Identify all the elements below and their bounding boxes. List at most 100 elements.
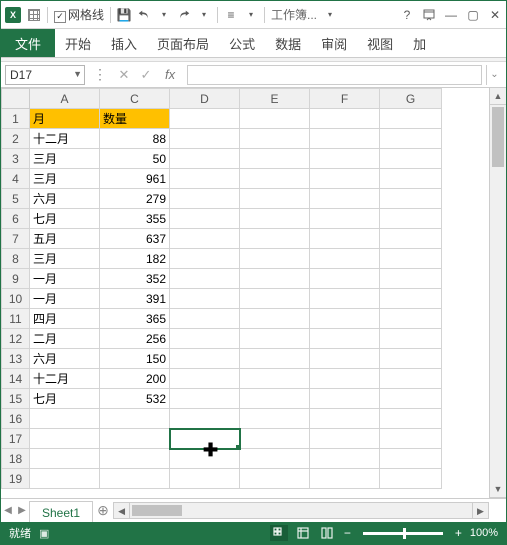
cell-C2[interactable]: 88 xyxy=(100,129,170,149)
row-header-7[interactable]: 7 xyxy=(2,229,30,249)
cell-D4[interactable] xyxy=(170,169,240,189)
cell-A8[interactable]: 三月 xyxy=(30,249,100,269)
row-header-4[interactable]: 4 xyxy=(2,169,30,189)
select-all-corner[interactable] xyxy=(2,89,30,109)
cell-F7[interactable] xyxy=(310,229,380,249)
minimize-icon[interactable]: — xyxy=(444,8,458,22)
cell-F18[interactable] xyxy=(310,449,380,469)
cell-F1[interactable] xyxy=(310,109,380,129)
zoom-slider[interactable] xyxy=(363,532,443,535)
tab-home[interactable]: 开始 xyxy=(55,29,101,57)
sheet-tab[interactable]: Sheet1 xyxy=(29,501,93,523)
cell-E6[interactable] xyxy=(240,209,310,229)
tab-nav-prev-icon[interactable]: ◀ xyxy=(1,505,15,516)
formula-bar[interactable] xyxy=(187,65,482,85)
cell-D13[interactable] xyxy=(170,349,240,369)
cell-E17[interactable] xyxy=(240,429,310,449)
tab-insert[interactable]: 插入 xyxy=(101,29,147,57)
cell-F9[interactable] xyxy=(310,269,380,289)
cell-D2[interactable] xyxy=(170,129,240,149)
scroll-right-icon[interactable]: ▶ xyxy=(472,502,489,519)
help-icon[interactable]: ? xyxy=(400,8,414,22)
cell-E14[interactable] xyxy=(240,369,310,389)
close-icon[interactable]: ✕ xyxy=(488,8,502,22)
cell-D6[interactable] xyxy=(170,209,240,229)
col-header-C[interactable]: C xyxy=(100,89,170,109)
grid-view-icon[interactable] xyxy=(27,8,41,22)
cell-D11[interactable] xyxy=(170,309,240,329)
cell-G5[interactable] xyxy=(380,189,442,209)
row-header-9[interactable]: 9 xyxy=(2,269,30,289)
cell-G1[interactable] xyxy=(380,109,442,129)
save-icon[interactable]: 💾 xyxy=(117,8,131,22)
cell-C19[interactable] xyxy=(100,469,170,489)
cell-G7[interactable] xyxy=(380,229,442,249)
scroll-up-icon[interactable]: ▲ xyxy=(490,88,506,105)
cell-A1[interactable]: 月 xyxy=(30,109,100,129)
cell-C14[interactable]: 200 xyxy=(100,369,170,389)
cell-F4[interactable] xyxy=(310,169,380,189)
col-header-F[interactable]: F xyxy=(310,89,380,109)
cell-D9[interactable] xyxy=(170,269,240,289)
zoom-in-icon[interactable]: + xyxy=(453,526,464,540)
cell-G6[interactable] xyxy=(380,209,442,229)
cell-G19[interactable] xyxy=(380,469,442,489)
cell-G3[interactable] xyxy=(380,149,442,169)
cell-A15[interactable]: 七月 xyxy=(30,389,100,409)
cell-E2[interactable] xyxy=(240,129,310,149)
row-header-18[interactable]: 18 xyxy=(2,449,30,469)
cell-G17[interactable] xyxy=(380,429,442,449)
cell-C9[interactable]: 352 xyxy=(100,269,170,289)
cell-C10[interactable]: 391 xyxy=(100,289,170,309)
cell-C7[interactable]: 637 xyxy=(100,229,170,249)
cell-E12[interactable] xyxy=(240,329,310,349)
cell-D10[interactable] xyxy=(170,289,240,309)
scroll-down-icon[interactable]: ▼ xyxy=(490,481,506,498)
namebox-dropdown-icon[interactable]: ▼ xyxy=(73,69,82,79)
cell-G18[interactable] xyxy=(380,449,442,469)
cell-F5[interactable] xyxy=(310,189,380,209)
cell-F19[interactable] xyxy=(310,469,380,489)
view-pagebreak-icon[interactable] xyxy=(318,525,336,541)
cell-F2[interactable] xyxy=(310,129,380,149)
cell-C13[interactable]: 150 xyxy=(100,349,170,369)
macro-record-icon[interactable]: ▣ xyxy=(39,527,49,540)
row-header-2[interactable]: 2 xyxy=(2,129,30,149)
cell-A12[interactable]: 二月 xyxy=(30,329,100,349)
undo-icon[interactable] xyxy=(137,8,151,22)
row-header-10[interactable]: 10 xyxy=(2,289,30,309)
vertical-scrollbar[interactable]: ▲ ▼ xyxy=(489,88,506,498)
row-header-3[interactable]: 3 xyxy=(2,149,30,169)
row-header-6[interactable]: 6 xyxy=(2,209,30,229)
row-header-15[interactable]: 15 xyxy=(2,389,30,409)
cell-A14[interactable]: 十二月 xyxy=(30,369,100,389)
spreadsheet-grid[interactable]: ACDEFG1月数量2十二月883三月504三月9615六月2796七月3557… xyxy=(1,88,489,498)
cell-F3[interactable] xyxy=(310,149,380,169)
cell-F17[interactable] xyxy=(310,429,380,449)
cell-F14[interactable] xyxy=(310,369,380,389)
cell-E8[interactable] xyxy=(240,249,310,269)
cell-G11[interactable] xyxy=(380,309,442,329)
row-header-19[interactable]: 19 xyxy=(2,469,30,489)
cell-C3[interactable]: 50 xyxy=(100,149,170,169)
cell-C18[interactable] xyxy=(100,449,170,469)
cell-E3[interactable] xyxy=(240,149,310,169)
cell-A17[interactable] xyxy=(30,429,100,449)
redo-dropdown-icon[interactable]: ▾ xyxy=(197,8,211,22)
tab-file[interactable]: 文件 xyxy=(1,29,55,57)
cell-D5[interactable] xyxy=(170,189,240,209)
ribbon-options-icon[interactable] xyxy=(422,8,436,22)
cell-F11[interactable] xyxy=(310,309,380,329)
cell-E4[interactable] xyxy=(240,169,310,189)
cell-G2[interactable] xyxy=(380,129,442,149)
row-header-16[interactable]: 16 xyxy=(2,409,30,429)
tab-more[interactable]: 加 xyxy=(403,29,436,57)
cell-F15[interactable] xyxy=(310,389,380,409)
tab-layout[interactable]: 页面布局 xyxy=(147,29,219,57)
cell-F10[interactable] xyxy=(310,289,380,309)
cell-A18[interactable] xyxy=(30,449,100,469)
cell-E10[interactable] xyxy=(240,289,310,309)
cell-G4[interactable] xyxy=(380,169,442,189)
cell-F13[interactable] xyxy=(310,349,380,369)
gridlines-toggle[interactable]: ✓网格线 xyxy=(54,6,104,23)
